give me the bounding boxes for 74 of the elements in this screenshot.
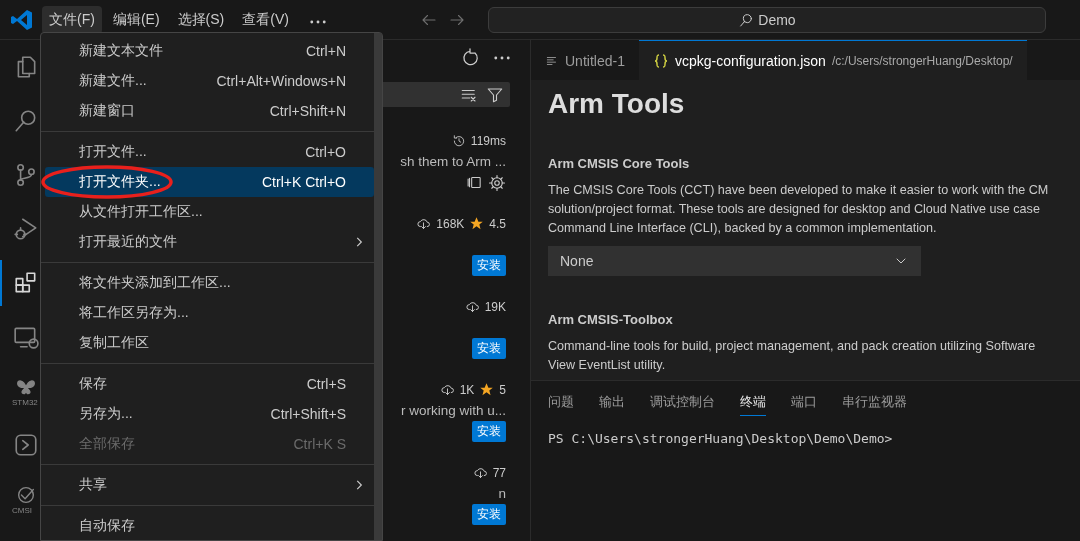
menu-item[interactable]: 新建窗口 Ctrl+Shift+N bbox=[45, 96, 374, 126]
setting-description: Command-line tools for build, project management, and pack creation utilizing Software View EventList utility. bbox=[548, 338, 1037, 374]
menu-item[interactable]: 共享 bbox=[45, 470, 374, 500]
menu-title[interactable]: 文件(F) bbox=[42, 5, 102, 34]
download-count: 77 bbox=[492, 465, 506, 480]
extension-description: r working with u... bbox=[400, 403, 506, 418]
setting-title: Arm CMSIS-Toolbox bbox=[548, 311, 674, 329]
menu-item[interactable]: 打开文件... Ctrl+O bbox=[45, 137, 374, 167]
history-icon bbox=[451, 133, 466, 148]
menu-item[interactable]: 保存 Ctrl+S bbox=[45, 369, 374, 399]
shortcut: Ctrl+Shift+S bbox=[270, 406, 346, 422]
shortcut: Ctrl+S bbox=[306, 376, 346, 392]
install-button[interactable]: 安装 bbox=[472, 338, 506, 359]
cloud-download-icon bbox=[464, 299, 480, 314]
shortcut: Ctrl+K S bbox=[293, 436, 346, 452]
rating: 4.5 bbox=[489, 216, 506, 231]
menu-item[interactable]: 将文件夹添加到工作区... bbox=[45, 268, 374, 298]
active-indicator bbox=[0, 260, 2, 306]
shortcut: Ctrl+Shift+N bbox=[269, 103, 346, 119]
panel-tab[interactable]: 串行监视器 bbox=[842, 390, 907, 416]
load-time: 119ms bbox=[470, 133, 506, 148]
extension-description: n bbox=[498, 486, 506, 501]
editor-tab[interactable]: Untitled-1 bbox=[531, 40, 639, 80]
menu-title[interactable]: 查看(V) bbox=[235, 5, 296, 34]
logo-icon bbox=[10, 7, 34, 32]
menu-title[interactable]: 选择(S) bbox=[170, 5, 232, 34]
extension-description: sh them to Arm ... bbox=[400, 154, 506, 169]
menu-item[interactable]: 打开最近的文件 bbox=[45, 227, 374, 257]
star-icon bbox=[469, 216, 485, 231]
gear-icon bbox=[488, 173, 506, 192]
menu-item[interactable]: 新建文本文件 Ctrl+N bbox=[45, 36, 374, 66]
command-center[interactable]: Demo bbox=[488, 6, 1046, 33]
setting-title: Arm CMSIS Core Tools bbox=[548, 155, 691, 173]
download-count: 1K bbox=[459, 382, 475, 397]
page-heading: Arm Tools bbox=[548, 88, 686, 120]
panel-tab[interactable]: 终端 bbox=[740, 390, 766, 416]
panel-tab[interactable]: 问题 bbox=[548, 390, 574, 416]
editor-tab[interactable]: vcpkg-configuration.json /c:/Users/strongerHuang/Desktop/ bbox=[638, 40, 1027, 80]
dropdown[interactable]: None bbox=[548, 246, 921, 276]
download-count: 168K bbox=[436, 216, 465, 231]
rating: 5 bbox=[499, 382, 506, 397]
menu-item[interactable]: 另存为... Ctrl+Shift+S bbox=[45, 399, 374, 429]
menu-item[interactable]: 复制工作区 bbox=[45, 328, 374, 358]
setting-description: The CMSIS Core Tools (CCT) have been developed to make it easier to work with the CM solution/project format. These tools are designed for desktop and Cloud Native use case Command Line Interface (CLI), backed by a common implementation. bbox=[548, 182, 1050, 237]
shortcut: Ctrl+O bbox=[305, 144, 346, 160]
braces-icon bbox=[652, 52, 669, 69]
menu-item[interactable]: 将工作区另存为... bbox=[45, 298, 374, 328]
refresh-icon bbox=[460, 47, 480, 68]
menu-item[interactable]: 新建文件... Ctrl+Alt+Windows+N bbox=[45, 66, 374, 96]
menu-title[interactable]: 编辑(E) bbox=[105, 5, 167, 34]
terminal-prompt: PS C:\Users\strongerHuang\Desktop\Demo\Demo> bbox=[548, 431, 894, 446]
icon-label: STM32 bbox=[12, 397, 38, 407]
panel-tab[interactable]: 输出 bbox=[599, 390, 625, 416]
more-icon[interactable] bbox=[309, 20, 326, 24]
search-icon bbox=[738, 11, 755, 28]
panel-tab[interactable]: 端口 bbox=[791, 390, 817, 416]
file-path: /c:/Users/strongerHuang/Desktop/ bbox=[831, 53, 1013, 68]
more-icon[interactable] bbox=[494, 55, 510, 60]
install-button[interactable]: 安装 bbox=[472, 421, 506, 442]
panel-tab[interactable]: 调试控制台 bbox=[650, 390, 715, 416]
menu-item[interactable]: 自动保存 bbox=[45, 511, 374, 541]
install-button[interactable]: 安装 bbox=[472, 255, 506, 276]
filter-icon bbox=[486, 85, 504, 104]
download-count: 19K bbox=[484, 299, 506, 314]
star-icon bbox=[479, 382, 495, 397]
shortcut: Ctrl+N bbox=[305, 43, 346, 59]
shortcut: Ctrl+Alt+Windows+N bbox=[216, 73, 346, 89]
icon-label: CMSI bbox=[12, 505, 32, 515]
cloud-download-icon bbox=[472, 465, 488, 480]
shortcut: Ctrl+K Ctrl+O bbox=[262, 174, 346, 190]
cloud-download-icon bbox=[439, 382, 455, 397]
install-button[interactable]: 安装 bbox=[472, 504, 506, 525]
menu-item[interactable]: 从文件打开工作区... bbox=[45, 197, 374, 227]
cloud-download-icon bbox=[416, 216, 432, 231]
